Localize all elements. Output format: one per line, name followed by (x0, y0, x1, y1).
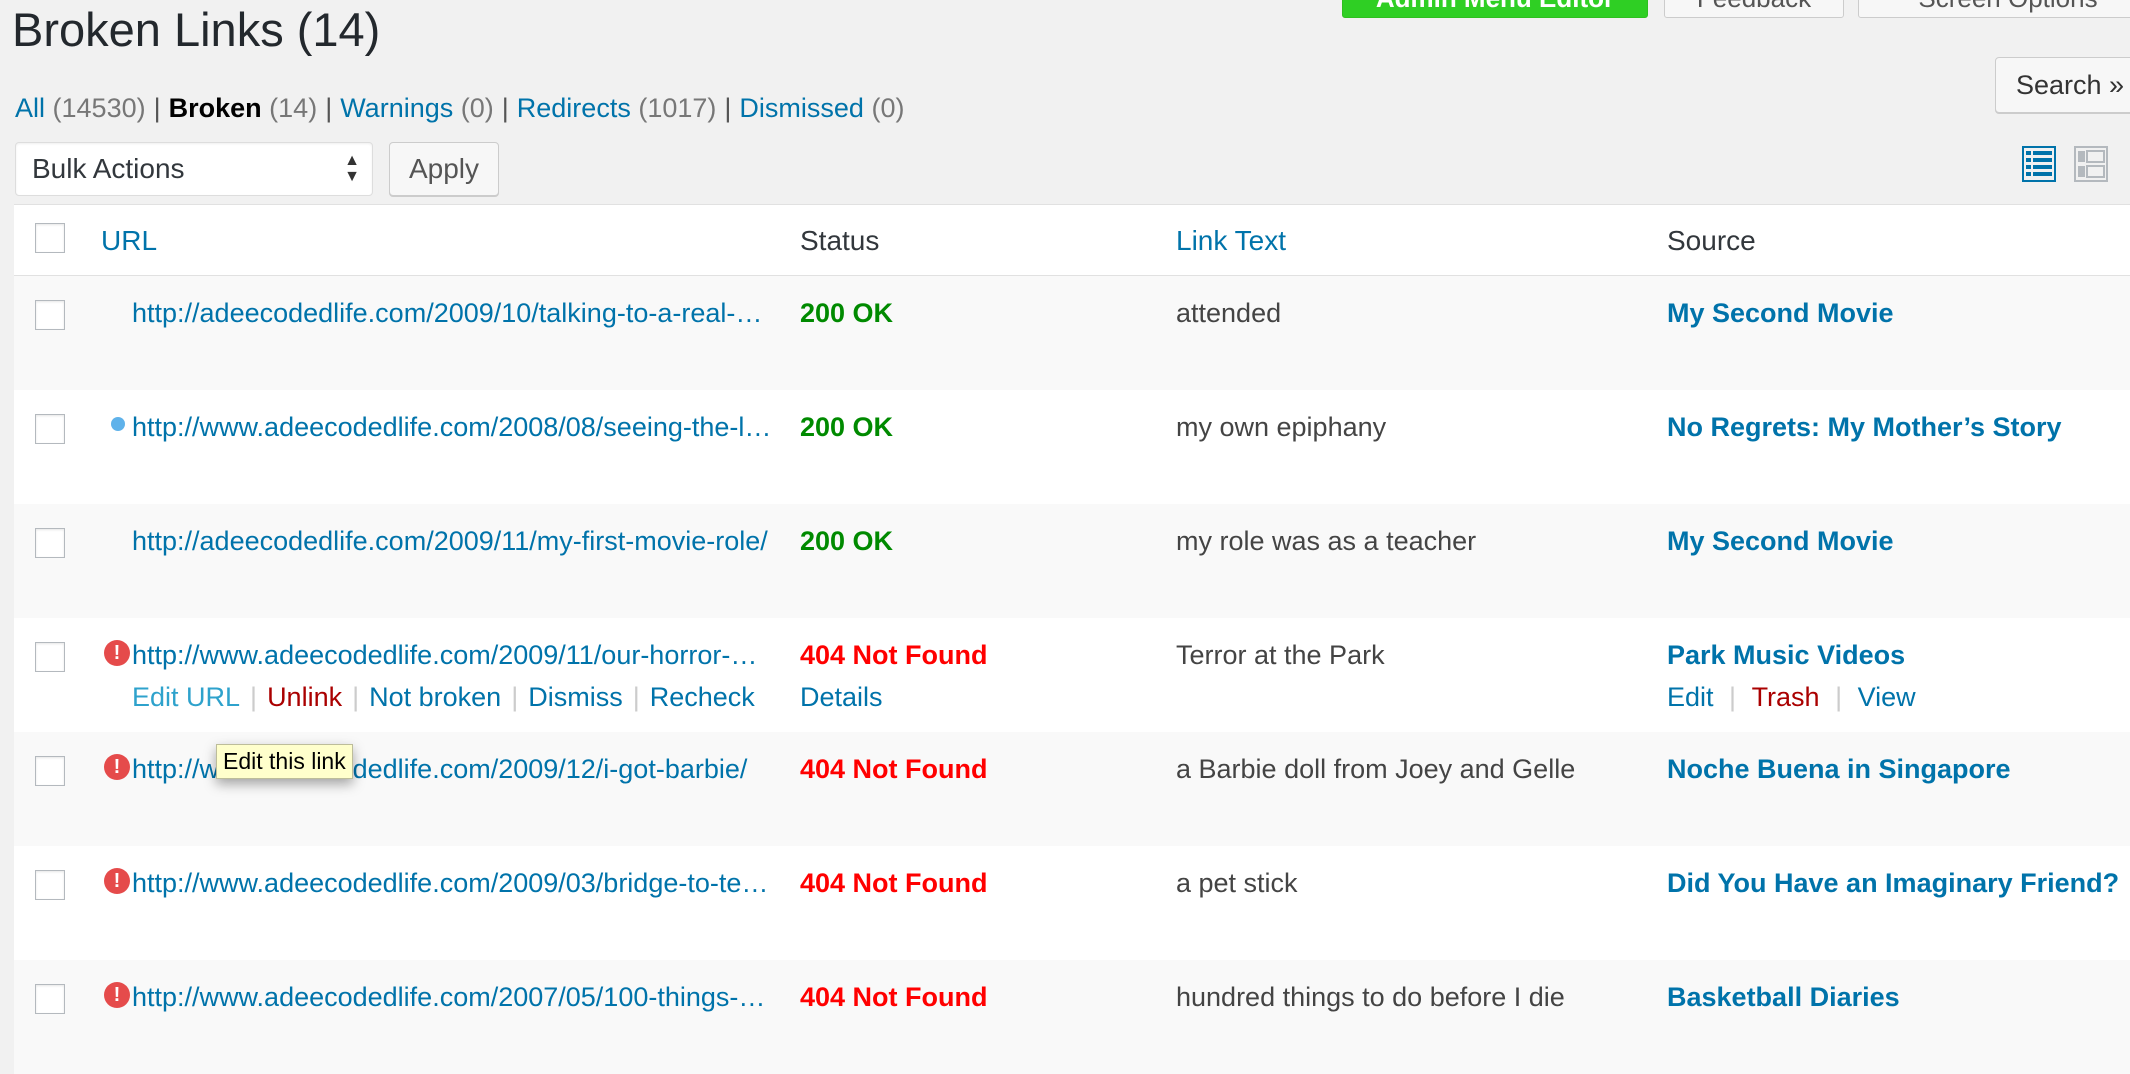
link-status: 200 OK (800, 526, 894, 556)
row-checkbox[interactable] (35, 756, 65, 786)
source-view-action[interactable]: View (1858, 682, 1916, 712)
column-link-text[interactable]: Link Text (1176, 225, 1286, 257)
table-header: URL Status Link Text Source (14, 205, 2130, 276)
table-row: ! http://www.adeecodedlife.com/2009/11/ou… (14, 618, 2130, 732)
source-edit-action[interactable]: Edit (1667, 682, 1714, 712)
filter-separator: | (724, 93, 732, 123)
filter-count: (14) (269, 93, 318, 123)
select-all-checkbox[interactable] (35, 223, 65, 253)
filter-redirects[interactable]: Redirects (517, 93, 631, 123)
edit-url-action[interactable]: Edit URL (132, 682, 240, 712)
filter-all[interactable]: All (15, 93, 45, 123)
action-separator: | (1721, 682, 1744, 712)
link-url[interactable]: http://www.adeecodedlife.com/2009/11/our… (132, 640, 772, 671)
action-separator: | (352, 682, 360, 712)
source-post-link[interactable]: My Second Movie (1667, 298, 2130, 329)
action-separator: | (1827, 682, 1850, 712)
link-url[interactable]: http://www.adeecodedlife.com/2009/03/bri… (132, 868, 772, 899)
dismiss-action[interactable]: Dismiss (528, 682, 623, 712)
details-link[interactable]: Details (800, 682, 883, 713)
recheck-action[interactable]: Recheck (650, 682, 755, 712)
link-text: my own epiphany (1176, 412, 1387, 442)
screen-options-button[interactable]: Screen Options (1858, 0, 2130, 18)
source-post-link[interactable]: Basketball Diaries (1667, 982, 2130, 1013)
search-button[interactable]: Search » (1995, 57, 2130, 113)
table-row: http://adeecodedlife.com/2009/11/my-firs… (14, 504, 2130, 618)
source-post-link[interactable]: Park Music Videos (1667, 640, 2130, 671)
source-post-link[interactable]: My Second Movie (1667, 526, 2130, 557)
link-text: a Barbie doll from Joey and Gelle (1176, 754, 1576, 784)
column-url[interactable]: URL (101, 225, 157, 257)
link-text: Terror at the Park (1176, 640, 1385, 670)
table-row: http://adeecodedlife.com/2009/10/talking… (14, 276, 2130, 390)
link-status: 404 Not Found (800, 754, 988, 784)
table-row: ! http://www.adeecodedlife.com/2007/05/10… (14, 960, 2130, 1074)
column-status: Status (800, 225, 880, 256)
table-row: http://www.adeecodedlife.com/2008/08/see… (14, 390, 2130, 504)
row-checkbox[interactable] (35, 528, 65, 558)
filter-separator: | (501, 93, 509, 123)
unlink-action[interactable]: Unlink (267, 682, 342, 712)
excerpt-view-icon[interactable] (2074, 146, 2108, 182)
row-checkbox[interactable] (35, 870, 65, 900)
link-text: a pet stick (1176, 868, 1298, 898)
link-text: my role was as a teacher (1176, 526, 1477, 556)
filter-separator: | (153, 93, 161, 123)
link-status: 404 Not Found (800, 868, 988, 898)
not-broken-action[interactable]: Not broken (369, 682, 501, 712)
filter-separator: | (325, 93, 333, 123)
source-post-link[interactable]: Noche Buena in Singapore (1667, 754, 2130, 785)
filter-count: (0) (871, 93, 905, 123)
column-source: Source (1667, 225, 1756, 256)
link-text: attended (1176, 298, 1282, 328)
link-url[interactable]: http://www.adeecodedlife.com/2007/05/100… (132, 982, 772, 1013)
row-checkbox[interactable] (35, 414, 65, 444)
row-actions: Edit URL | Unlink | Not broken | Dismiss | Reche… (132, 682, 755, 713)
page-title: Broken Links (14) (12, 3, 381, 56)
row-checkbox[interactable] (35, 642, 65, 672)
link-url[interactable]: http://adeecodedlife.com/2009/11/my-firs… (132, 526, 772, 557)
row-checkbox[interactable] (35, 984, 65, 1014)
source-actions: Edit | Trash | View (1667, 682, 1916, 713)
error-icon: ! (104, 640, 130, 666)
links-table: URL Status Link Text Source http://adeec… (14, 204, 2130, 1074)
link-status: 404 Not Found (800, 982, 988, 1012)
filter-warnings[interactable]: Warnings (340, 93, 453, 123)
link-status: 404 Not Found (800, 640, 988, 670)
link-url[interactable]: http://adeecodedlife.com/2009/10/talking… (132, 298, 772, 329)
source-post-link[interactable]: No Regrets: My Mother’s Story (1667, 412, 2130, 443)
action-separator: | (511, 682, 519, 712)
apply-button[interactable]: Apply (389, 142, 499, 196)
filter-dismissed[interactable]: Dismissed (739, 93, 864, 123)
error-icon: ! (104, 868, 130, 894)
filter-broken: Broken (168, 93, 262, 123)
filter-count: (0) (460, 93, 494, 123)
error-icon: ! (104, 754, 130, 780)
link-status: 200 OK (800, 298, 894, 328)
filter-count: (1017) (638, 93, 717, 123)
source-trash-action[interactable]: Trash (1752, 682, 1820, 712)
feedback-button[interactable]: Feedback (1664, 0, 1844, 18)
list-view-icon[interactable] (2022, 146, 2056, 182)
filter-count: (14530) (52, 93, 146, 123)
link-url[interactable]: http://www.adeecodedlife.com/2008/08/see… (132, 412, 772, 443)
link-text: hundred things to do before I die (1176, 982, 1565, 1012)
bulk-actions-select[interactable]: Bulk Actions ▲ ▼ (15, 142, 373, 196)
row-checkbox[interactable] (35, 300, 65, 330)
admin-menu-editor-button[interactable]: Admin Menu Editor (1342, 0, 1648, 18)
source-post-link[interactable]: Did You Have an Imaginary Friend? (1667, 868, 2130, 899)
action-separator: | (632, 682, 640, 712)
select-arrows-icon: ▲ ▼ (344, 152, 360, 185)
edit-link-tooltip: Edit this link (216, 744, 353, 779)
table-row: ! http://www.adeecodedlife.com/2009/03/br… (14, 846, 2130, 960)
status-filter-links: All (14530) | Broken (14) | Warnings (0) | Red… (15, 93, 904, 124)
table-body: http://adeecodedlife.com/2009/10/talking… (14, 276, 2130, 1074)
action-separator: | (250, 682, 258, 712)
new-link-dot-icon (111, 417, 125, 431)
link-status: 200 OK (800, 412, 894, 442)
bulk-actions-selected: Bulk Actions (32, 153, 185, 184)
error-icon: ! (104, 982, 130, 1008)
